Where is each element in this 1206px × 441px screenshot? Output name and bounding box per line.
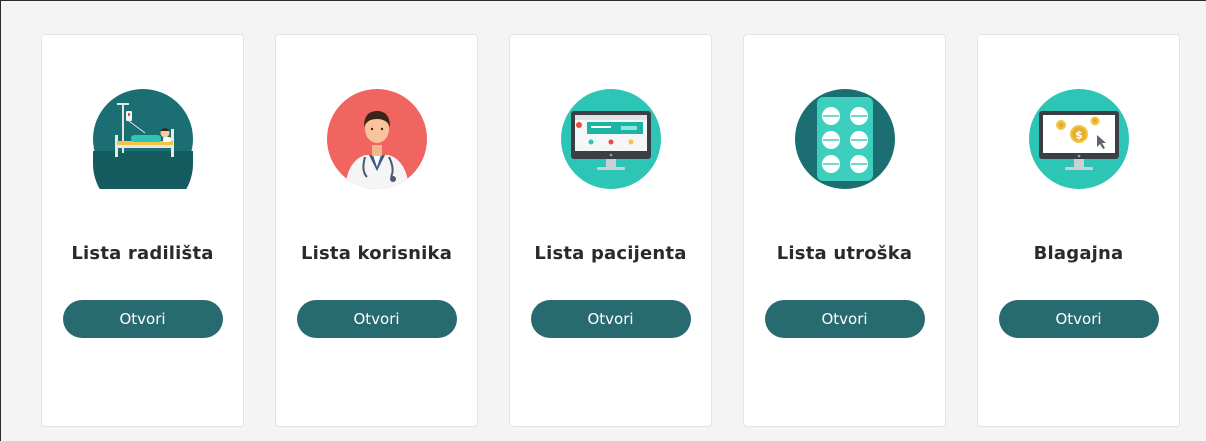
open-button-lista-utroska[interactable]: Otvori xyxy=(764,300,925,338)
card-lista-pacijenta: Lista pacijenta Otvori xyxy=(509,34,712,427)
monitor-dashboard-icon xyxy=(560,89,661,189)
hospital-bed-icon xyxy=(92,89,193,189)
card-lista-radilista: Lista radilišta Otvori xyxy=(41,34,244,427)
open-button-lista-radilista[interactable]: Otvori xyxy=(62,300,223,338)
card-title: Lista korisnika xyxy=(300,243,453,264)
page-frame: Lista radilišta Otvori Lista korisnika O… xyxy=(0,0,1206,441)
card-title: Lista utroška xyxy=(776,243,913,264)
card-lista-utroska: Lista utroška Otvori xyxy=(743,34,946,427)
card-lista-korisnika: Lista korisnika Otvori xyxy=(275,34,478,427)
card-blagajna: $ Blagajna Otvori xyxy=(977,34,1180,427)
open-button-lista-korisnika[interactable]: Otvori xyxy=(296,300,457,338)
monitor-coins-icon: $ xyxy=(1028,89,1129,189)
card-title: Lista radilišta xyxy=(71,243,214,264)
svg-text:$: $ xyxy=(1075,129,1083,142)
module-cards: Lista radilišta Otvori Lista korisnika O… xyxy=(41,34,1180,427)
open-button-lista-pacijenta[interactable]: Otvori xyxy=(530,300,691,338)
doctor-icon xyxy=(326,89,427,189)
open-button-blagajna[interactable]: Otvori xyxy=(998,300,1159,338)
card-title: Blagajna xyxy=(1033,243,1124,264)
card-title: Lista pacijenta xyxy=(534,243,687,264)
pill-pack-icon xyxy=(794,89,895,189)
